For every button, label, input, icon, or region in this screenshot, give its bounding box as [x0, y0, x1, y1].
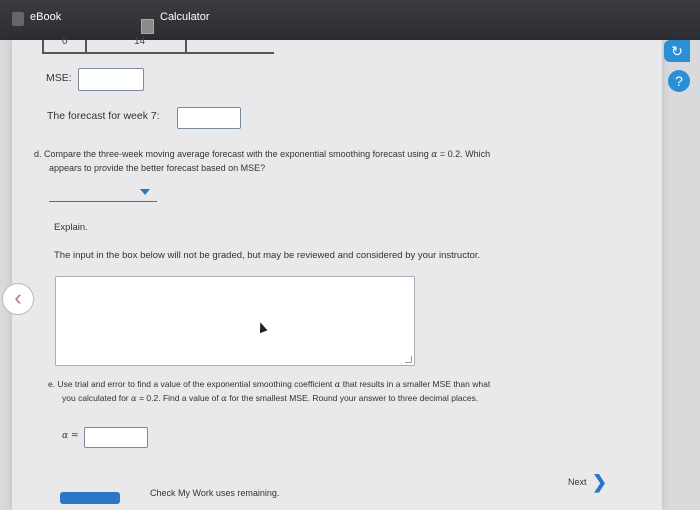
- table-cell-value: 0: [62, 36, 68, 47]
- part-d-text: appears to provide the better forecast b…: [49, 163, 266, 173]
- part-e-text: e. Use trial and error to find a value o…: [48, 379, 333, 389]
- forecast-week7-input[interactable]: [177, 107, 241, 129]
- refresh-icon[interactable]: ↻: [664, 40, 690, 62]
- table-clip: 0 14: [42, 36, 274, 54]
- check-my-work-button[interactable]: [60, 492, 120, 504]
- chevron-right-icon[interactable]: ❯: [592, 472, 607, 493]
- part-e-text: that results in a smaller MSE than what: [340, 379, 491, 389]
- explain-textarea[interactable]: [55, 276, 415, 366]
- part-e-text: you calculated for: [62, 393, 129, 403]
- top-toolbar: eBook Calculator: [0, 0, 700, 40]
- mse-label: MSE:: [46, 72, 72, 84]
- part-e-text: for the smallest MSE. Round your answer …: [226, 393, 479, 403]
- next-button[interactable]: Next: [568, 477, 587, 487]
- alpha-input[interactable]: [84, 427, 148, 448]
- explain-label: Explain.: [54, 222, 88, 233]
- help-icon[interactable]: ?: [668, 70, 690, 92]
- ebook-tab[interactable]: eBook: [30, 11, 61, 23]
- chevron-down-icon[interactable]: [140, 189, 150, 195]
- resize-handle-icon[interactable]: [405, 356, 412, 363]
- ebook-icon: [12, 12, 24, 26]
- explain-note: The input in the box below will not be g…: [54, 250, 481, 261]
- part-e-text: = 0.2. Find a value of: [136, 393, 219, 403]
- part-d-text: d. Compare the three-week moving average…: [34, 149, 429, 159]
- part-d-text: = 0.2. Which: [437, 149, 491, 159]
- check-my-work-text: Check My Work uses remaining.: [150, 488, 280, 498]
- back-arrow-icon[interactable]: ‹: [2, 283, 34, 315]
- alpha-label: α =: [62, 431, 79, 441]
- calculator-tab[interactable]: Calculator: [160, 11, 210, 23]
- answer-dropdown[interactable]: [49, 201, 157, 202]
- calculator-icon: [141, 19, 154, 34]
- part-d-question: d. Compare the three-week moving average…: [34, 148, 624, 175]
- part-e-question: e. Use trial and error to find a value o…: [48, 378, 628, 406]
- forecast-week7-label: The forecast for week 7:: [47, 110, 160, 122]
- table-cell-value: 14: [134, 36, 146, 47]
- mse-input[interactable]: [78, 68, 144, 91]
